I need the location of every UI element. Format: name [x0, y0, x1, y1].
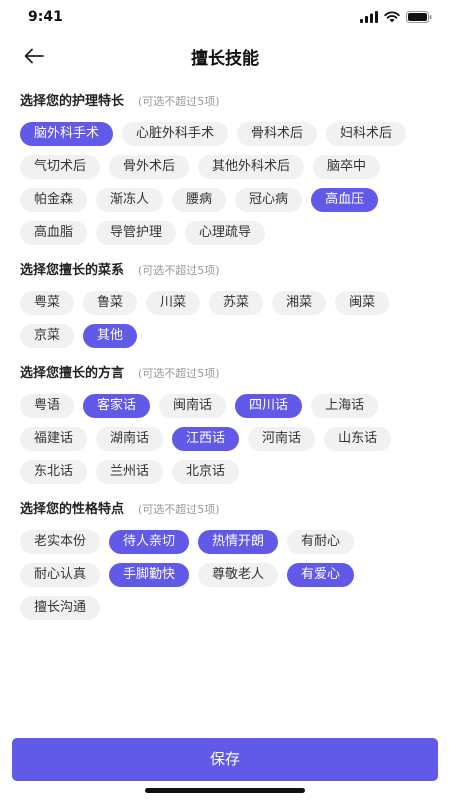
tag-chip-selected[interactable]: 其他 — [83, 324, 138, 348]
section-hint: (可选不超过5项) — [138, 367, 220, 380]
tag-chip[interactable]: 上海话 — [311, 394, 379, 418]
section-cuisine: 选择您擅长的菜系 (可选不超过5项) 粤菜 鲁菜 川菜 苏菜 湘菜 闽菜京菜 其他 — [0, 259, 450, 348]
tag-chip[interactable]: 兰州话 — [96, 460, 164, 484]
section-title: 选择您的护理特长 — [20, 94, 125, 109]
tag-chip-selected[interactable]: 有爱心 — [287, 563, 355, 587]
status-icons — [360, 11, 432, 23]
status-bar: 9:41 — [0, 0, 450, 36]
tag-chip[interactable]: 渐冻人 — [96, 188, 164, 212]
tag-chip-selected[interactable]: 江西话 — [172, 427, 240, 451]
tag-chip-selected[interactable]: 手脚勤快 — [109, 563, 190, 587]
tag-chip[interactable]: 老实本份 — [20, 530, 101, 554]
tag-chip[interactable]: 有耐心 — [287, 530, 355, 554]
section-hint: (可选不超过5项) — [138, 503, 220, 516]
tag-chip[interactable]: 帕金森 — [20, 188, 88, 212]
tag-chip[interactable]: 高血脂 — [20, 221, 88, 245]
tag-chip-selected[interactable]: 热情开朗 — [198, 530, 279, 554]
save-button[interactable]: 保存 — [12, 738, 438, 781]
section-title: 选择您擅长的方言 — [20, 366, 125, 381]
nav-bar: 擅长技能 — [0, 36, 450, 76]
tag-chip[interactable]: 京菜 — [20, 324, 75, 348]
tag-chip-selected[interactable]: 待人亲切 — [109, 530, 190, 554]
tag-chip[interactable]: 河南话 — [248, 427, 316, 451]
section-title: 选择您擅长的菜系 — [20, 263, 125, 278]
section-header: 选择您的性格特点 (可选不超过5项) — [20, 498, 434, 520]
status-time: 9:41 — [28, 9, 63, 25]
tag-chip[interactable]: 粤菜 — [20, 291, 75, 315]
signal-icon — [360, 11, 378, 23]
section-hint: (可选不超过5项) — [138, 264, 220, 277]
tag-chip[interactable]: 耐心认真 — [20, 563, 101, 587]
section-header: 选择您的护理特长 (可选不超过5项) — [20, 90, 434, 112]
tag-chip[interactable]: 闽南话 — [159, 394, 227, 418]
tag-chip[interactable]: 冠心病 — [235, 188, 303, 212]
section-title: 选择您的性格特点 — [20, 502, 125, 517]
tag-group-personality: 老实本份 待人亲切 热情开朗 有耐心耐心认真 手脚勤快 尊敬老人 有爱心擅长沟通 — [20, 530, 434, 620]
battery-icon — [406, 11, 432, 23]
tag-group-dialect: 粤语 客家话 闽南话 四川话 上海话福建话 湖南话 江西话 河南话 山东话东北话 兰州话 北京话 — [20, 394, 434, 484]
tag-chip[interactable]: 气切术后 — [20, 155, 101, 179]
tag-chip[interactable]: 苏菜 — [209, 291, 264, 315]
tag-chip[interactable]: 川菜 — [146, 291, 201, 315]
section-header: 选择您擅长的菜系 (可选不超过5项) — [20, 259, 434, 281]
tag-chip[interactable]: 心理疏导 — [185, 221, 266, 245]
tag-chip-selected[interactable]: 脑外科手术 — [20, 122, 114, 146]
wifi-icon — [384, 11, 400, 23]
tag-chip[interactable]: 东北话 — [20, 460, 88, 484]
tag-chip[interactable]: 山东话 — [324, 427, 392, 451]
tag-chip[interactable]: 粤语 — [20, 394, 75, 418]
tag-group-nursing: 脑外科手术 心脏外科手术 骨科术后 妇科术后气切术后 骨外术后 其他外科术后 脑卒中帕金森渐… — [20, 122, 434, 245]
section-dialect: 选择您擅长的方言 (可选不超过5项) 粤语 客家话 闽南话 四川话 上海话福建话 湖南话江… — [0, 362, 450, 484]
skills-form: 选择您的护理特长 (可选不超过5项) 脑外科手术 心脏外科手术 骨科术后 妇科术后气切… — [0, 76, 450, 716]
tag-chip[interactable]: 北京话 — [172, 460, 240, 484]
tag-chip[interactable]: 湖南话 — [96, 427, 164, 451]
tag-chip[interactable]: 腰病 — [172, 188, 227, 212]
tag-chip[interactable]: 鲁菜 — [83, 291, 138, 315]
section-nursing: 选择您的护理特长 (可选不超过5项) 脑外科手术 心脏外科手术 骨科术后 妇科术后气切… — [0, 90, 450, 245]
page-title: 擅长技能 — [191, 49, 259, 69]
tag-chip[interactable]: 妇科术后 — [326, 122, 407, 146]
home-indicator — [145, 788, 305, 793]
section-personality: 选择您的性格特点 (可选不超过5项) 老实本份 待人亲切 热情开朗 有耐心耐心认真 手脚… — [0, 498, 450, 620]
tag-group-cuisine: 粤菜 鲁菜 川菜 苏菜 湘菜 闽菜京菜 其他 — [20, 291, 434, 348]
section-hint: (可选不超过5项) — [138, 95, 220, 108]
tag-chip[interactable]: 福建话 — [20, 427, 88, 451]
tag-chip[interactable]: 导管护理 — [96, 221, 177, 245]
tag-chip[interactable]: 擅长沟通 — [20, 596, 101, 620]
bottom-bar: 保存 — [0, 716, 450, 800]
tag-chip-selected[interactable]: 客家话 — [83, 394, 151, 418]
tag-chip[interactable]: 闽菜 — [335, 291, 390, 315]
tag-chip[interactable]: 骨外术后 — [109, 155, 190, 179]
section-header: 选择您擅长的方言 (可选不超过5项) — [20, 362, 434, 384]
tag-chip[interactable]: 心脏外科手术 — [122, 122, 229, 146]
tag-chip[interactable]: 骨科术后 — [237, 122, 318, 146]
tag-chip[interactable]: 湘菜 — [272, 291, 327, 315]
tag-chip[interactable]: 尊敬老人 — [198, 563, 279, 587]
tag-chip[interactable]: 其他外科术后 — [198, 155, 305, 179]
tag-chip[interactable]: 脑卒中 — [313, 155, 381, 179]
tag-chip-selected[interactable]: 高血压 — [311, 188, 379, 212]
tag-chip-selected[interactable]: 四川话 — [235, 394, 303, 418]
